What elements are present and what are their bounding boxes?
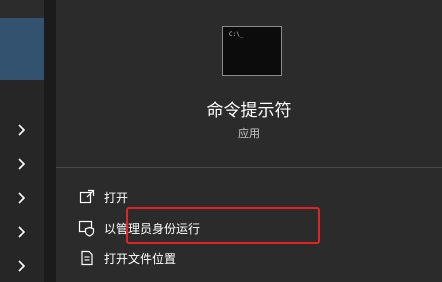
divider	[56, 167, 442, 168]
chevron-right-icon[interactable]	[14, 157, 28, 171]
start-search-window: C:\_ 命令提示符 应用 打开 以管理员身份运行 打开文件位置	[0, 0, 442, 282]
result-item-top[interactable]	[0, 0, 44, 18]
highlight-annotation	[126, 207, 320, 244]
app-title: 命令提示符	[206, 101, 292, 121]
command-prompt-icon: C:\_	[222, 26, 282, 76]
result-item-selected[interactable]	[0, 18, 44, 80]
open-action-label: 打开	[104, 191, 129, 205]
chevron-right-icon[interactable]	[14, 123, 28, 137]
app-detail-panel: C:\_ 命令提示符 应用 打开 以管理员身份运行 打开文件位置	[56, 0, 442, 282]
chevron-right-icon[interactable]	[14, 191, 28, 205]
column-gap	[44, 0, 56, 282]
app-type-label: 应用	[238, 127, 260, 140]
icon-prompt-text: C:\_	[229, 31, 244, 38]
open-action[interactable]: 打开	[74, 185, 374, 209]
shield-icon	[78, 220, 95, 237]
chevron-right-icon[interactable]	[14, 225, 28, 239]
file-location-icon	[81, 250, 93, 266]
chevron-right-icon[interactable]	[14, 259, 28, 273]
open-file-location-label: 打开文件位置	[104, 252, 177, 266]
search-results-column	[0, 0, 44, 282]
open-file-location-action[interactable]: 打开文件位置	[74, 246, 374, 270]
open-icon	[79, 189, 95, 204]
